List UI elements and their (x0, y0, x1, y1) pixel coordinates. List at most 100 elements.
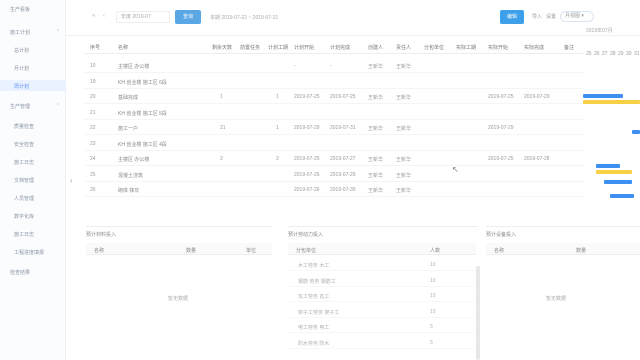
sidebar-item-inspection[interactable]: 检查结果 (10, 269, 30, 276)
table-row[interactable]: 20 基础完成 1 1 2019-07-25 2019-07-25 王新华 王新华 2019-0… (84, 89, 584, 104)
edit-button[interactable]: 编辑 (500, 10, 524, 24)
sidebar-item-progress-report[interactable]: 工程进度填报 (14, 249, 44, 256)
sidebar: 生产看板 施工计划 ⌃ 总计划 月计划 周计划 生产管理 ⌃ 质量检查 安全检查… (0, 0, 66, 360)
table-row[interactable]: 25 混凝土浇筑 2019-07-26 2019-07-29 王新华 王新华 (84, 167, 584, 182)
labor-scrollbar[interactable] (476, 266, 480, 360)
gantt-day: 26 (594, 51, 600, 57)
sidebar-item-construction-plan[interactable]: 施工计划 (10, 29, 30, 36)
gantt-bar-actual[interactable] (583, 100, 640, 104)
sidebar-item-safety[interactable]: 安全检查 (14, 141, 34, 148)
labor-col-unit[interactable]: 分包单位 (296, 247, 316, 254)
table-row[interactable]: 24 主楼区 办公楼 2 2 2019-07-25 2019-07-27 王新华 王新华 201… (84, 151, 584, 166)
labor-count: 10 (430, 308, 436, 315)
col-creator[interactable]: 创建人 (368, 44, 383, 51)
labor-row[interactable]: 木工劳务 木工 10 (288, 257, 474, 271)
prev-period-icon[interactable]: « ‹ (92, 13, 108, 19)
gantt-day: 27 (602, 51, 608, 57)
labor-count: 5 (430, 324, 433, 330)
gantt-bar-planned[interactable] (596, 164, 620, 168)
import-link[interactable]: 导入 (532, 13, 542, 20)
row-owner: 王新华 (396, 157, 412, 163)
equipment-col-qty[interactable]: 数量 (576, 247, 586, 254)
col-end[interactable]: 计划完成 (330, 44, 350, 51)
labor-unit-name: 防水劳务 防水 (298, 340, 330, 347)
labor-row[interactable]: 电工劳务 电工 5 (288, 319, 474, 333)
collapse-sidebar-icon[interactable]: ‹ (70, 176, 73, 185)
query-button[interactable]: 查询 (175, 10, 201, 24)
col-sub[interactable]: 分包单位 (424, 44, 444, 51)
labor-row[interactable]: 架子工劳务 架子工 10 (288, 304, 474, 318)
chevron-up-icon[interactable]: ⌃ (56, 29, 60, 35)
labor-unit-name: 钢筋 劳务 钢筋工 (298, 278, 336, 285)
date-picker[interactable]: 年度 2019-07 (116, 11, 170, 23)
labor-row[interactable]: 瓦工劳务 瓦工 10 (288, 288, 474, 302)
gantt-bar-planned[interactable] (583, 94, 623, 98)
col-adur[interactable]: 实际工期 (456, 44, 476, 51)
table-row[interactable]: 19 KH 创业楼 施工区 6段 (84, 74, 584, 89)
gantt-bar-planned[interactable] (610, 194, 634, 198)
material-col-qty[interactable]: 数量 (186, 247, 196, 254)
sidebar-item-production[interactable]: 生产管理 (10, 103, 30, 110)
row-name: 基础完成 (118, 95, 139, 101)
row-no: 22 (90, 125, 96, 131)
col-start[interactable]: 计划开始 (294, 44, 314, 51)
sidebar-item-monthly-plan[interactable]: 月计划 (14, 65, 29, 72)
sidebar-item-master-plan[interactable]: 总计划 (14, 47, 29, 54)
view-select[interactable]: 月视图 ▾ (560, 11, 594, 22)
row-name: KH 创业楼 施工区 6段 (118, 79, 167, 86)
table-row[interactable]: 21 KH 创业楼 施工区 5段 (84, 105, 584, 120)
row-no: 19 (90, 78, 96, 85)
sidebar-item-quality[interactable]: 质量检查 (14, 123, 34, 130)
sidebar-item-docs[interactable]: 文档管理 (14, 177, 34, 184)
row-actual-end: 2019-07-28 (524, 156, 550, 162)
col-name[interactable]: 名称 (118, 44, 128, 51)
sidebar-item-work-log[interactable]: 施工日志 (14, 231, 34, 238)
row-plan-end: 2019-07-29 (330, 171, 356, 178)
col-days[interactable]: 剩余天数 (212, 44, 232, 51)
material-col-unit[interactable]: 单位 (246, 247, 256, 254)
labor-col-count[interactable]: 人数 (430, 247, 440, 254)
row-days: 1 (220, 94, 223, 100)
mouse-cursor-icon: ↖ (452, 165, 459, 174)
row-no: 20 (90, 94, 96, 100)
labor-panel: 预计劳动力投入 分包单位 人数 木工劳务 木工 10 钢筋 劳务 钢筋工 10 瓦工劳务… (288, 226, 478, 360)
equipment-col-name[interactable]: 名称 (494, 247, 504, 254)
row-owner: 王新华 (396, 64, 412, 70)
gantt-bar-actual[interactable] (596, 170, 632, 174)
row-plan-start: - (294, 63, 296, 69)
gantt-bar-planned[interactable] (604, 180, 632, 184)
col-note[interactable]: 备注 (564, 44, 574, 51)
labor-table-header: 分包单位 人数 (288, 243, 476, 255)
row-creator: 王新华 (368, 157, 384, 163)
gantt-day: 28 (610, 51, 616, 57)
sidebar-item-log[interactable]: 施工日志 (14, 159, 34, 166)
gantt-day: 29 (618, 51, 624, 57)
gantt-month: 2019年07月 (586, 28, 613, 34)
col-aend[interactable]: 实际完成 (524, 44, 544, 51)
col-owner[interactable]: 责任人 (396, 44, 411, 51)
settings-link[interactable]: 设置 (546, 13, 556, 20)
col-no[interactable]: 序号 (90, 44, 100, 51)
gantt-day: 31 (634, 51, 640, 57)
row-creator: 王新华 (368, 172, 384, 179)
row-creator: 王新华 (368, 64, 384, 70)
col-astart[interactable]: 实际开始 (488, 44, 508, 51)
sidebar-item-dashboard[interactable]: 生产看板 (10, 6, 30, 13)
material-col-name[interactable]: 名称 (94, 247, 104, 254)
table-row[interactable]: 22 施工一户 21 1 2019-07-29 2019-07-31 王新华 王新华 2019-… (84, 120, 584, 135)
row-days: 21 (220, 125, 226, 131)
sidebar-item-digital-library[interactable]: 数字化库 (14, 213, 34, 220)
row-owner: 王新华 (396, 126, 412, 132)
sidebar-item-weekly-plan[interactable]: 周计划 (14, 83, 29, 90)
labor-count: 10 (430, 293, 436, 299)
labor-row[interactable]: 防水劳务 防水 5 (288, 335, 474, 349)
col-pre[interactable]: 前置任务 (240, 44, 260, 51)
table-row[interactable]: 10 主楼区 办公楼 - - 王新华 王新华 (84, 58, 584, 73)
table-row[interactable]: 23 KH 创业楼 施工区 4段 (84, 136, 584, 151)
gantt-bar-planned[interactable] (632, 130, 640, 134)
chevron-up-icon[interactable]: ⌃ (56, 103, 60, 109)
labor-row[interactable]: 钢筋 劳务 钢筋工 10 (288, 273, 474, 287)
sidebar-item-people[interactable]: 人员管理 (14, 195, 34, 202)
table-row[interactable]: 26 砌体 抹灰 2019-07-26 2019-07-30 王新华 王新华 (84, 182, 584, 197)
col-dur[interactable]: 计划工期 (268, 44, 288, 51)
